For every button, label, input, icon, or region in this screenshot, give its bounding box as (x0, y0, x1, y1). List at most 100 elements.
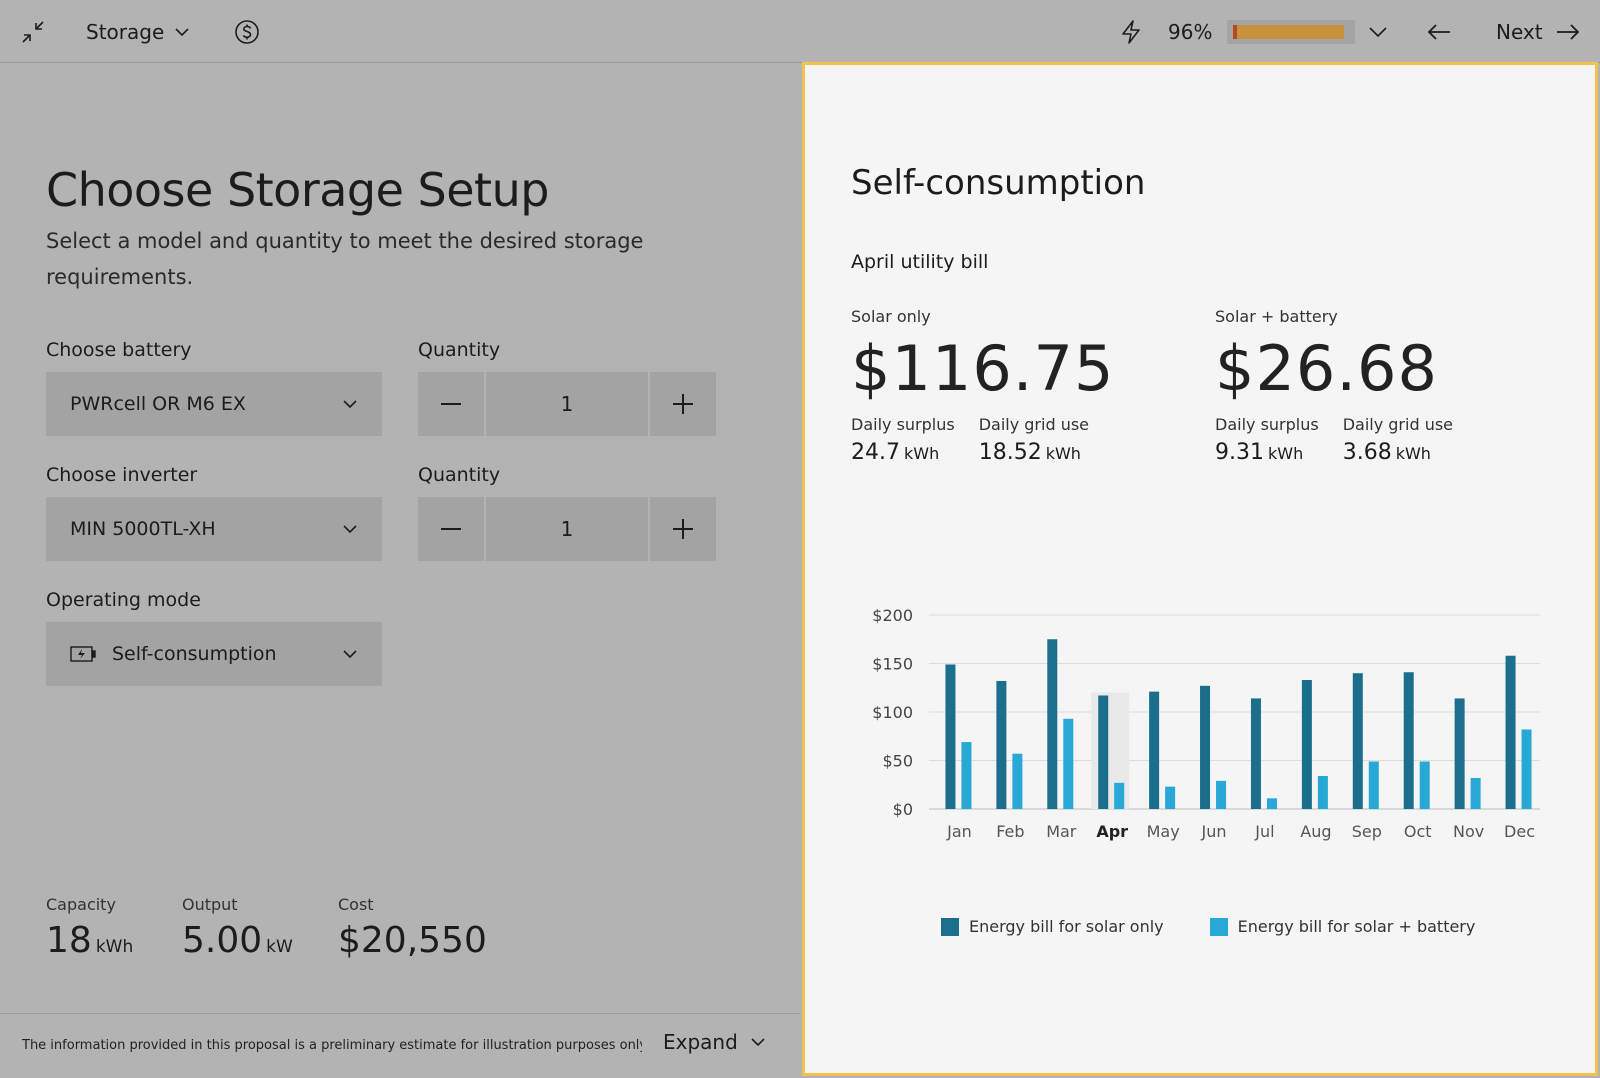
operating-mode-select[interactable]: Self-consumption (46, 622, 382, 686)
unit-label: kWh (903, 444, 940, 463)
battery-quantity-label: Quantity (418, 339, 501, 361)
bar-solar-battery[interactable] (1063, 718, 1074, 809)
output-unit: kW (266, 937, 293, 957)
legend-item-solar-only: Energy bill for solar only (941, 917, 1164, 936)
top-bar: Storage 96% Next (0, 0, 1600, 63)
daily-surplus-label: Daily surplus (1215, 415, 1319, 434)
decrement-button[interactable] (418, 372, 484, 436)
bar-solar-only[interactable] (1149, 691, 1160, 809)
storage-setup-panel: Choose Storage Setup Select a model and … (0, 63, 800, 1078)
arrow-right-icon (1556, 23, 1579, 40)
chart-legend: Energy bill for solar only Energy bill f… (941, 917, 1475, 936)
bar-solar-only[interactable] (1200, 685, 1211, 809)
page-subtitle: Select a model and quantity to meet the … (46, 229, 644, 289)
bar-solar-only[interactable] (996, 680, 1007, 809)
bar-solar-only[interactable] (1505, 655, 1516, 809)
x-tick-label[interactable]: Nov (1453, 822, 1484, 841)
output-stat: Output 5.00 kW (182, 895, 293, 961)
increment-button[interactable] (650, 372, 716, 436)
section-label: Storage (86, 19, 165, 44)
inverter-value: MIN 5000TL-XH (70, 518, 216, 540)
bar-solar-battery[interactable] (1114, 782, 1125, 809)
progress-expand-chevron-icon[interactable] (1368, 0, 1388, 63)
x-tick-label[interactable]: May (1147, 822, 1180, 841)
minus-icon (441, 403, 461, 405)
solar-battery-bill: $26.68 (1215, 332, 1438, 405)
next-button[interactable]: Next (1496, 0, 1581, 63)
chevron-down-icon (343, 650, 357, 659)
legend-label: Energy bill for solar + battery (1237, 917, 1476, 936)
inverter-label: Choose inverter (46, 464, 198, 486)
bar-solar-battery[interactable] (1419, 761, 1430, 809)
unit-label: kWh (1267, 444, 1304, 463)
x-tick-label[interactable]: Feb (996, 822, 1024, 841)
legend-swatch (1209, 917, 1228, 936)
inverter-quantity-value[interactable]: 1 (486, 497, 648, 561)
legend-item-solar-battery: Energy bill for solar + battery (1209, 917, 1476, 936)
x-tick-label[interactable]: Apr (1096, 822, 1128, 841)
daily-grid-use-label: Daily grid use (1342, 415, 1454, 434)
solar-only-summary: Solar only $116.75 Daily surplus 24.7 kWh… (851, 307, 1114, 465)
x-tick-label[interactable]: Aug (1300, 822, 1331, 841)
bar-solar-battery[interactable] (1266, 798, 1277, 809)
disclaimer-footer: The information provided in this proposa… (0, 1013, 800, 1078)
monthly-bill-chart: $0 $50 $100 $150 $200 Jan Feb Mar Apr May Jun Jul Au… (872, 606, 1540, 841)
bar-solar-only[interactable] (1352, 673, 1363, 809)
bar-solar-battery[interactable] (1012, 753, 1023, 809)
output-value: 5.00 (182, 920, 263, 961)
x-tick-label[interactable]: Sep (1352, 822, 1382, 841)
bar-solar-battery[interactable] (1521, 729, 1532, 809)
inverter-quantity-label: Quantity (418, 464, 501, 486)
bar-solar-only[interactable] (1301, 679, 1312, 809)
x-tick-label[interactable]: Dec (1504, 822, 1535, 841)
bar-solar-only[interactable] (945, 664, 956, 809)
battery-quantity-value[interactable]: 1 (486, 372, 648, 436)
collapse-icon[interactable] (16, 0, 50, 63)
x-tick-label[interactable]: Jun (1201, 822, 1227, 841)
inverter-select[interactable]: MIN 5000TL-XH (46, 497, 382, 561)
bar-solar-battery[interactable] (1368, 761, 1379, 809)
x-tick-label[interactable]: Jul (1254, 822, 1274, 841)
y-tick-label: $200 (872, 606, 913, 625)
minus-icon (441, 528, 461, 530)
bar-solar-battery[interactable] (1165, 786, 1176, 809)
bolt-icon (1120, 0, 1142, 63)
operating-mode-label: Operating mode (46, 589, 201, 611)
daily-grid-use-value: 3.68 (1342, 440, 1392, 465)
back-arrow-icon[interactable] (1426, 0, 1452, 63)
x-tick-label[interactable]: Mar (1046, 822, 1077, 841)
y-tick-label: $100 (872, 703, 913, 722)
battery-value: PWRcell OR M6 EX (70, 393, 246, 415)
chevron-down-icon (343, 525, 357, 534)
chevron-down-icon (343, 400, 357, 409)
daily-surplus-value: 24.7 (851, 440, 900, 465)
self-consumption-panel: Self-consumption April utility bill Sola… (802, 62, 1598, 1076)
bar-solar-battery[interactable] (1317, 776, 1328, 809)
solar-battery-summary: Solar + battery $26.68 Daily surplus 9.3… (1215, 307, 1453, 465)
battery-select[interactable]: PWRcell OR M6 EX (46, 372, 382, 436)
plus-icon (673, 394, 693, 414)
capacity-unit: kWh (95, 937, 134, 957)
pricing-icon[interactable] (234, 0, 260, 63)
operating-mode-value: Self-consumption (112, 643, 277, 665)
bar-solar-only[interactable] (1250, 698, 1261, 809)
daily-surplus-label: Daily surplus (851, 415, 955, 434)
progress-percent: 96% (1168, 19, 1213, 44)
bar-solar-battery[interactable] (1470, 777, 1481, 809)
x-tick-label[interactable]: Oct (1404, 822, 1432, 841)
bar-solar-only[interactable] (1454, 698, 1465, 809)
unit-label: kWh (1395, 444, 1431, 463)
expand-button[interactable]: Expand (663, 1030, 766, 1054)
bar-solar-battery[interactable] (961, 742, 972, 809)
section-dropdown[interactable]: Storage (86, 0, 190, 63)
bar-solar-only[interactable] (1403, 672, 1414, 809)
bar-solar-battery[interactable] (1216, 780, 1227, 809)
increment-button[interactable] (650, 497, 716, 561)
legend-swatch (941, 917, 959, 936)
decrement-button[interactable] (418, 497, 484, 561)
panel-title: Self-consumption (851, 163, 1146, 203)
capacity-label: Capacity (46, 895, 116, 914)
bar-solar-only[interactable] (1047, 639, 1058, 809)
x-tick-label[interactable]: Jan (946, 822, 972, 841)
bar-solar-only[interactable] (1098, 695, 1109, 809)
